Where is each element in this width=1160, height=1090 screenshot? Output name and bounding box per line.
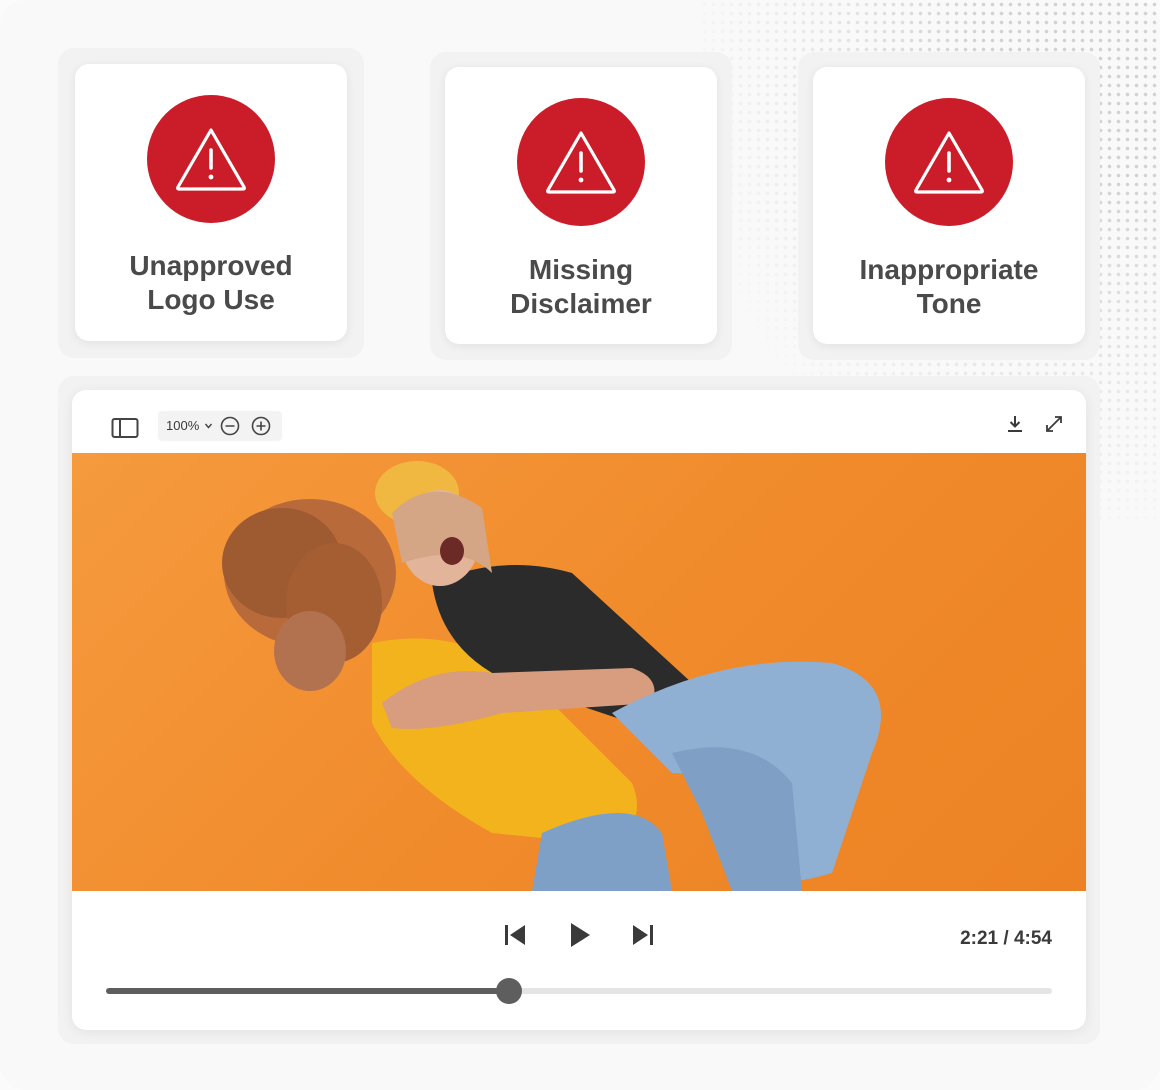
alert-card-inappropriate-tone: Inappropriate Tone (813, 67, 1085, 344)
play-icon[interactable] (569, 922, 591, 948)
zoom-in-icon[interactable] (251, 416, 271, 436)
zoom-out-icon[interactable] (220, 416, 240, 436)
zoom-control: 100% (158, 411, 282, 441)
skip-previous-icon[interactable] (503, 924, 527, 946)
download-icon[interactable] (1005, 414, 1025, 434)
alert-title: Inappropriate Tone (859, 254, 1039, 319)
fullscreen-icon[interactable] (1044, 414, 1064, 434)
video-frame[interactable] (72, 453, 1086, 891)
alert-card-missing-disclaimer: Missing Disclaimer (445, 67, 717, 344)
zoom-level-select[interactable]: 100% (166, 418, 199, 433)
video-still-image (222, 461, 881, 891)
alert-card-unapproved-logo: Unapproved Logo Use (75, 64, 347, 341)
sidebar-toggle-icon[interactable] (111, 417, 139, 439)
progress-track[interactable] (106, 978, 1052, 1004)
warning-icon (517, 98, 645, 226)
progress-handle[interactable] (496, 978, 523, 1004)
time-display: 2:21 / 4:54 (960, 928, 1052, 949)
warning-icon (885, 98, 1013, 226)
warning-icon (147, 95, 275, 223)
progress-fill (106, 988, 510, 994)
media-viewer: 100% 2:21 / 4:54 (72, 390, 1086, 1030)
alert-title: Missing Disclaimer (510, 254, 652, 319)
chevron-down-icon[interactable] (204, 422, 213, 430)
alert-title: Unapproved Logo Use (129, 250, 293, 315)
skip-next-icon[interactable] (631, 924, 655, 946)
